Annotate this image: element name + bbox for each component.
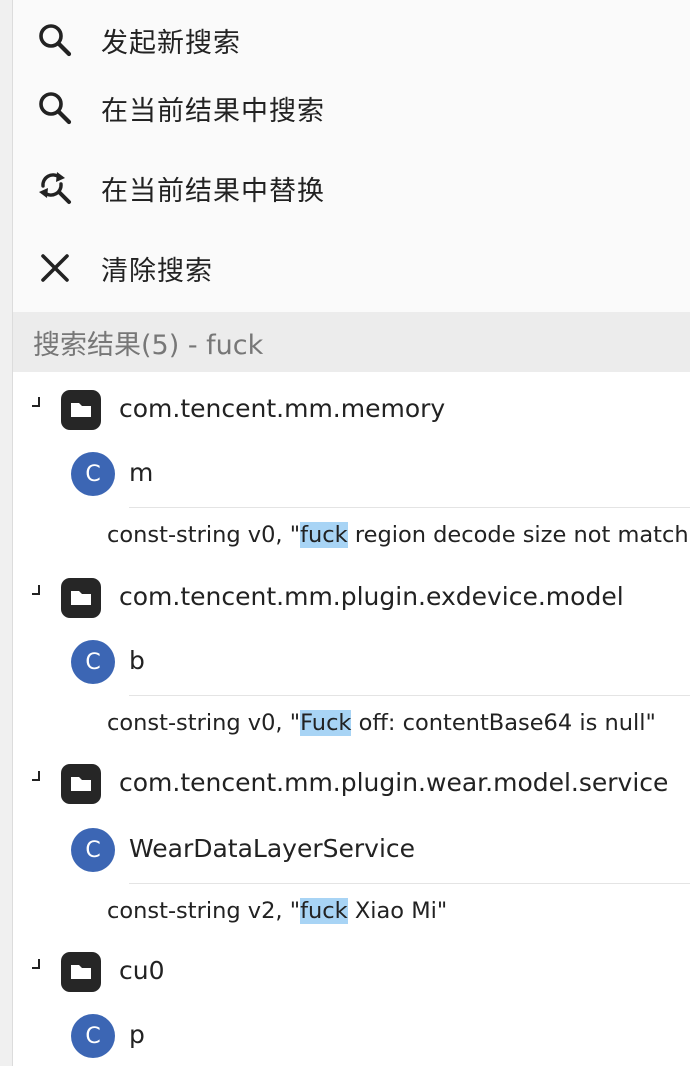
match-line: const-string v0, "fuck region decode siz… [107, 522, 690, 548]
class-icon: C [71, 640, 115, 684]
class-name: WearDataLayerService [129, 834, 416, 863]
package-name: com.tencent.mm.memory [119, 394, 446, 423]
close-icon [35, 248, 75, 288]
package-row[interactable]: com.tencent.mm.plugin.exdevice.model [13, 564, 690, 628]
class-icon: C [71, 452, 115, 496]
expand-arrow-icon[interactable] [31, 396, 41, 408]
menu-item-label: 在当前结果中替换 [101, 175, 325, 207]
search-results-tree: com.tencent.mm.memory C m const-string v… [13, 372, 690, 1066]
match-line-row[interactable]: const-string v2, "fuck Xiao Mi" [13, 884, 690, 944]
match-line-row[interactable]: const-string v0, "fuck region decode siz… [13, 508, 690, 568]
menu-item-replace-in-results[interactable]: 在当前结果中替换 [13, 148, 690, 228]
folder-icon [61, 390, 101, 430]
expand-arrow-icon[interactable] [31, 770, 41, 782]
match-highlight: fuck [300, 522, 348, 548]
match-prefix: const-string v0, " [107, 710, 301, 736]
package-name: com.tencent.mm.plugin.wear.model.service [119, 768, 669, 797]
search-icon [35, 20, 75, 60]
match-suffix: Xiao Mi" [347, 898, 448, 924]
class-row[interactable]: C WearDataLayerService [13, 820, 690, 884]
match-highlight: fuck [300, 898, 348, 924]
class-row[interactable]: C b [13, 632, 690, 696]
menu-item-search-in-results[interactable]: 在当前结果中搜索 [13, 68, 690, 148]
class-icon: C [71, 1014, 115, 1058]
class-name: b [129, 646, 145, 675]
menu-item-label: 在当前结果中搜索 [101, 95, 325, 127]
search-icon [35, 88, 75, 128]
class-name: m [129, 458, 154, 487]
package-name: com.tencent.mm.plugin.exdevice.model [119, 582, 624, 611]
menu-item-clear-search[interactable]: 清除搜索 [13, 228, 690, 308]
package-row[interactable]: com.tencent.mm.memory [13, 376, 690, 440]
search-panel: 发起新搜索 在当前结果中搜索 在当前结果中替换 清除搜索 搜索结果(5) - f… [0, 0, 690, 1066]
match-prefix: const-string v2, " [107, 898, 301, 924]
class-row[interactable]: C p [13, 1006, 690, 1066]
expand-arrow-icon[interactable] [31, 584, 41, 596]
menu-item-label: 发起新搜索 [101, 27, 241, 59]
expand-arrow-icon[interactable] [31, 958, 41, 970]
package-name: cu0 [119, 956, 165, 985]
search-results-header: 搜索结果(5) - fuck [13, 312, 690, 372]
package-row[interactable]: com.tencent.mm.plugin.wear.model.service [13, 750, 690, 814]
match-line: const-string v0, "Fuck off: contentBase6… [107, 710, 656, 736]
match-suffix: off: contentBase64 is null" [351, 710, 656, 736]
class-icon: C [71, 828, 115, 872]
folder-icon [61, 578, 101, 618]
match-suffix: region decode size not match, [347, 522, 690, 548]
match-prefix: const-string v0, " [107, 522, 301, 548]
search-results-title: 搜索结果(5) - fuck [33, 329, 264, 361]
match-line: const-string v2, "fuck Xiao Mi" [107, 898, 447, 924]
match-highlight: Fuck [300, 710, 352, 736]
search-menu: 发起新搜索 在当前结果中搜索 在当前结果中替换 清除搜索 [13, 0, 690, 312]
folder-icon [61, 952, 101, 992]
match-line-row[interactable]: const-string v0, "Fuck off: contentBase6… [13, 696, 690, 756]
class-name: p [129, 1020, 145, 1049]
package-row[interactable]: cu0 [13, 938, 690, 1002]
class-row[interactable]: C m [13, 444, 690, 508]
folder-icon [61, 764, 101, 804]
replace-icon [35, 168, 75, 208]
panel-left-edge [0, 0, 13, 1066]
menu-item-label: 清除搜索 [101, 255, 213, 287]
